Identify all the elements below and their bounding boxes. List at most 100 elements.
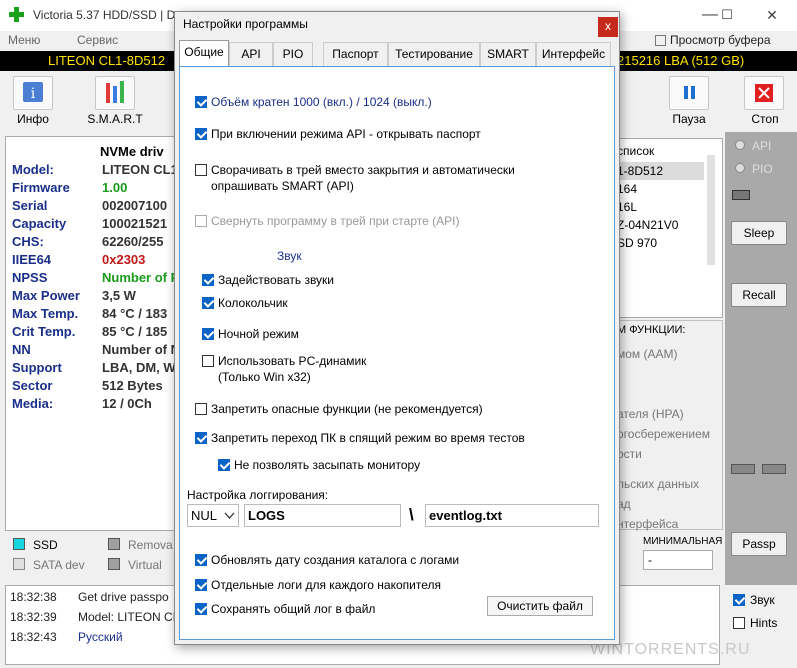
log-folder-input[interactable]: LOGS: [244, 504, 401, 527]
legend-virtual: Virtual: [128, 558, 162, 572]
drive-list-header: список: [617, 144, 655, 158]
update-date-checkbox[interactable]: [195, 554, 207, 566]
log-file-input[interactable]: eventlog.txt: [425, 504, 599, 527]
info-label: Media:: [12, 396, 54, 411]
info-value: Number of P: [102, 270, 180, 285]
sound-checkbox[interactable]: [733, 594, 745, 606]
drive-list-item[interactable]: Z-04N21V0: [617, 218, 678, 232]
victoria-cross-icon: [9, 7, 24, 22]
info-label: Crit Temp.: [12, 324, 76, 339]
drive-list-item[interactable]: 16L: [617, 200, 637, 214]
tray-checkbox[interactable]: [195, 164, 207, 176]
legend-sata: SATA dev: [33, 558, 85, 572]
pc-speaker-label-line1: Использовать PC-динамик: [218, 354, 367, 368]
passp-button[interactable]: Passp: [731, 532, 787, 556]
info-value: Number of N: [102, 342, 180, 357]
tray-start-label: Свернуть программу в трей при старте (AP…: [211, 214, 460, 228]
tab-smart[interactable]: SMART: [480, 42, 536, 66]
tab-api[interactable]: API: [229, 42, 273, 66]
removable-swatch: [108, 538, 120, 550]
monitor-sleep-checkbox[interactable]: [218, 459, 230, 471]
save-common-label: Сохранять общий лог в файл: [211, 602, 376, 616]
log-message: Get drive passpo: [78, 590, 169, 604]
forbid-sleep-label: Запретить переход ПК в спящий режим во в…: [211, 431, 525, 445]
stop-x-icon: [755, 84, 773, 102]
stop-label: Стоп: [751, 112, 779, 126]
function-item: огосбережением: [617, 427, 711, 441]
drive-list-item[interactable]: 164: [617, 182, 637, 196]
sound-section-header: Звук: [277, 249, 302, 263]
separate-logs-checkbox[interactable]: [195, 579, 207, 591]
tray-label-line1: Сворачивать в трей вместо закрытия и авт…: [211, 163, 515, 177]
function-item: нтерфейса: [617, 517, 679, 531]
control-column: [725, 132, 797, 587]
svg-text:i: i: [31, 86, 36, 102]
info-label: Support: [12, 360, 62, 375]
sounds-label: Задействовать звуки: [218, 273, 335, 287]
info-label: Firmware: [12, 180, 70, 195]
path-separator: \: [409, 505, 414, 524]
save-common-checkbox[interactable]: [195, 603, 207, 615]
info-label: Max Power: [12, 288, 80, 303]
tab-general[interactable]: Общие: [179, 40, 229, 67]
pio-label: PIO: [752, 162, 773, 176]
info-value: 002007100: [102, 198, 168, 213]
info-value: 62260/255: [102, 234, 164, 249]
hints-checkbox[interactable]: [733, 617, 745, 629]
sleep-button[interactable]: Sleep: [731, 221, 787, 245]
volume-checkbox[interactable]: [195, 96, 207, 108]
info-value: LITEON CL1-: [102, 162, 183, 177]
drive-list-item[interactable]: SD 970: [617, 236, 657, 250]
tab-passport[interactable]: Паспорт: [323, 42, 388, 66]
buffer-checkbox[interactable]: [655, 35, 666, 46]
drive-list-scrollbar[interactable]: [707, 155, 715, 265]
clear-file-button[interactable]: Очистить файл: [487, 596, 593, 616]
sound-label: Звук: [750, 593, 775, 607]
menu-item-service[interactable]: Сервис: [77, 33, 118, 47]
info-value: 1.00: [102, 180, 128, 195]
forbid-sleep-checkbox[interactable]: [195, 432, 207, 444]
chevron-down-icon: [224, 512, 235, 519]
info-label: Sector: [12, 378, 53, 393]
buffer-view-label: Просмотр буфера: [670, 33, 771, 47]
stop-button[interactable]: [744, 76, 784, 110]
log-message: Русский: [78, 630, 123, 644]
pio-radio[interactable]: [735, 163, 745, 173]
night-mode-checkbox[interactable]: [202, 328, 214, 340]
info-value: 12 / 0Ch: [102, 396, 152, 411]
night-mode-label: Ночной режим: [218, 327, 299, 341]
function-item: ателя (HPA): [617, 407, 684, 421]
min-value-field[interactable]: -: [643, 550, 713, 570]
tab-interface[interactable]: Интерфейс: [536, 42, 611, 66]
info-icon: i: [23, 82, 43, 102]
close-window-button[interactable]: ✕: [757, 4, 787, 26]
log-drive-select[interactable]: NUL: [187, 504, 239, 527]
tab-testing[interactable]: Тестирование: [388, 42, 480, 66]
api-radio[interactable]: [735, 140, 745, 150]
info-value: 85 °C / 185: [102, 324, 168, 339]
bell-checkbox[interactable]: [202, 297, 214, 309]
forbid-danger-checkbox[interactable]: [195, 403, 207, 415]
menu-item-menu[interactable]: Меню: [8, 33, 40, 47]
info-value: 3,5 W: [102, 288, 136, 303]
recall-button[interactable]: Recall: [731, 283, 787, 307]
maximize-button[interactable]: ☐: [712, 4, 742, 26]
info-value: 512 Bytes: [102, 378, 163, 393]
tab-pio[interactable]: PIO: [273, 42, 313, 66]
api-passport-checkbox[interactable]: [195, 128, 207, 140]
drive-lba: 215216 LBA (512 GB): [617, 53, 745, 68]
drive-list-item[interactable]: 1-8D512: [617, 164, 663, 178]
monitor-sleep-label: Не позволять засыпать монитору: [234, 458, 421, 472]
tray-label-line2: опрашивать SMART (API): [211, 179, 354, 193]
sounds-checkbox[interactable]: [202, 274, 214, 286]
pc-speaker-checkbox[interactable]: [202, 355, 214, 367]
info-button[interactable]: i: [13, 76, 53, 110]
dialog-close-button[interactable]: x: [598, 17, 618, 37]
info-value: 84 °C / 183: [102, 306, 168, 321]
info-label: Max Temp.: [12, 306, 79, 321]
smart-button[interactable]: [95, 76, 135, 110]
pause-button[interactable]: [669, 76, 709, 110]
pc-speaker-label-line2: (Только Win x32): [218, 370, 311, 384]
status-indicator: [732, 190, 750, 200]
info-label: IIEE64: [12, 252, 52, 267]
